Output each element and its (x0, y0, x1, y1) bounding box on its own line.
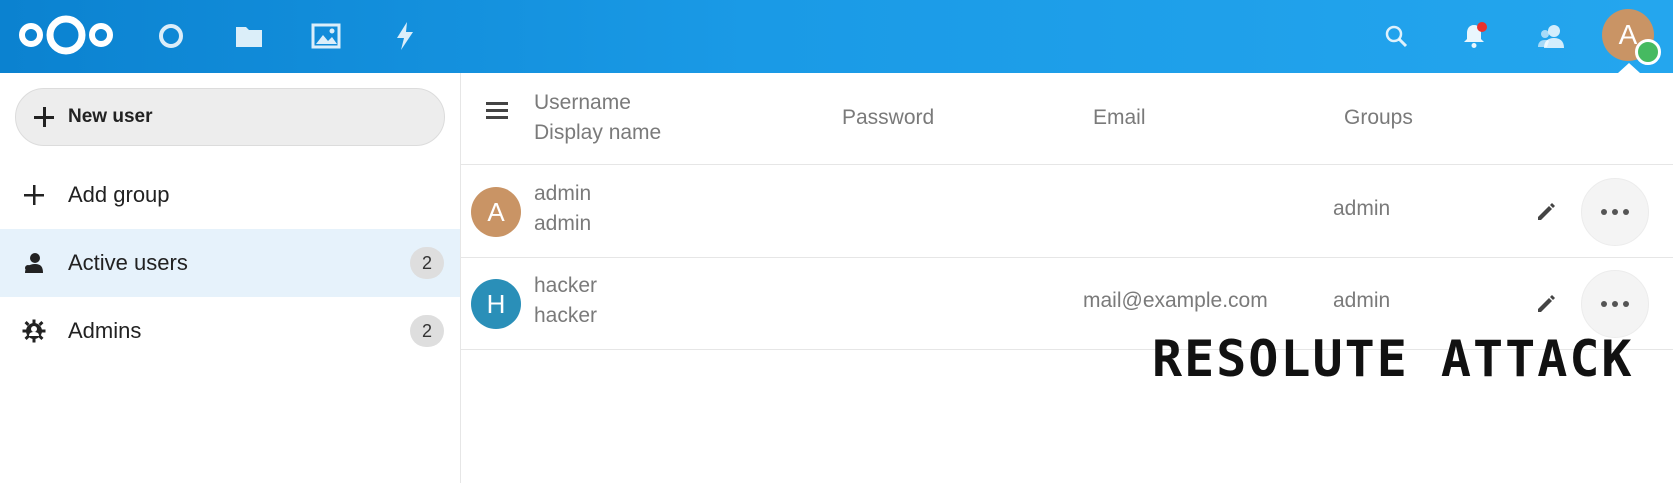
username-cell: hacker (534, 274, 598, 297)
header-email: Email (1093, 106, 1146, 129)
sidebar-item-active-users[interactable]: Active users 2 (0, 229, 460, 297)
more-options-button[interactable] (1581, 178, 1649, 246)
admin-count-badge: 2 (410, 315, 444, 347)
more-options-button[interactable] (1581, 270, 1649, 338)
sidebar-item-label: Admins (68, 318, 142, 343)
new-user-button[interactable]: New user (15, 88, 445, 146)
online-status-dot (1635, 39, 1661, 65)
username-cell: admin (534, 182, 592, 205)
photos-icon[interactable] (307, 17, 345, 55)
header-groups: Groups (1344, 106, 1413, 129)
menu-caret (1618, 63, 1640, 73)
notifications-bell-icon[interactable] (1455, 17, 1493, 55)
groups-cell: admin (1333, 289, 1391, 312)
avatar: H (471, 279, 521, 329)
files-folder-icon[interactable] (230, 17, 268, 55)
sidebar-item-label: Add group (68, 182, 170, 207)
dashboard-icon[interactable] (152, 17, 190, 55)
plus-icon (34, 107, 54, 127)
new-user-label: New user (68, 106, 153, 127)
edit-pencil-icon[interactable] (1531, 289, 1561, 319)
groups-cell: admin (1333, 197, 1391, 220)
notification-dot (1477, 22, 1487, 32)
header-password: Password (842, 106, 935, 129)
table-header: Username Display name Password Email Gro… (461, 73, 1673, 165)
search-icon[interactable] (1377, 17, 1415, 55)
admin-gear-icon (22, 319, 46, 343)
display-name-cell: admin (534, 212, 592, 235)
activity-lightning-icon[interactable] (386, 17, 424, 55)
plus-icon (22, 183, 46, 207)
user-icon (22, 251, 46, 275)
sidebar: New user Add group Active users 2 Admins… (0, 73, 461, 483)
hamburger-menu-icon[interactable] (483, 97, 511, 125)
watermark-text: RESOLUTE ATTACK (1152, 330, 1634, 388)
contacts-icon[interactable] (1532, 17, 1570, 55)
user-table: Username Display name Password Email Gro… (461, 73, 1673, 483)
sidebar-item-label: Active users (68, 250, 188, 275)
sidebar-item-add-group[interactable]: Add group (0, 161, 460, 229)
email-cell: mail@example.com (1083, 289, 1268, 312)
user-count-badge: 2 (410, 247, 444, 279)
sidebar-item-admins[interactable]: Admins 2 (0, 297, 460, 365)
display-name-cell: hacker (534, 304, 598, 327)
edit-pencil-icon[interactable] (1531, 197, 1561, 227)
nextcloud-logo-icon[interactable] (16, 12, 116, 58)
avatar: A (471, 187, 521, 237)
header-username[interactable]: Username (534, 91, 631, 115)
table-row[interactable]: A admin admin admin (461, 166, 1673, 258)
header-display-name[interactable]: Display name (534, 121, 661, 145)
top-header: A (0, 0, 1673, 73)
